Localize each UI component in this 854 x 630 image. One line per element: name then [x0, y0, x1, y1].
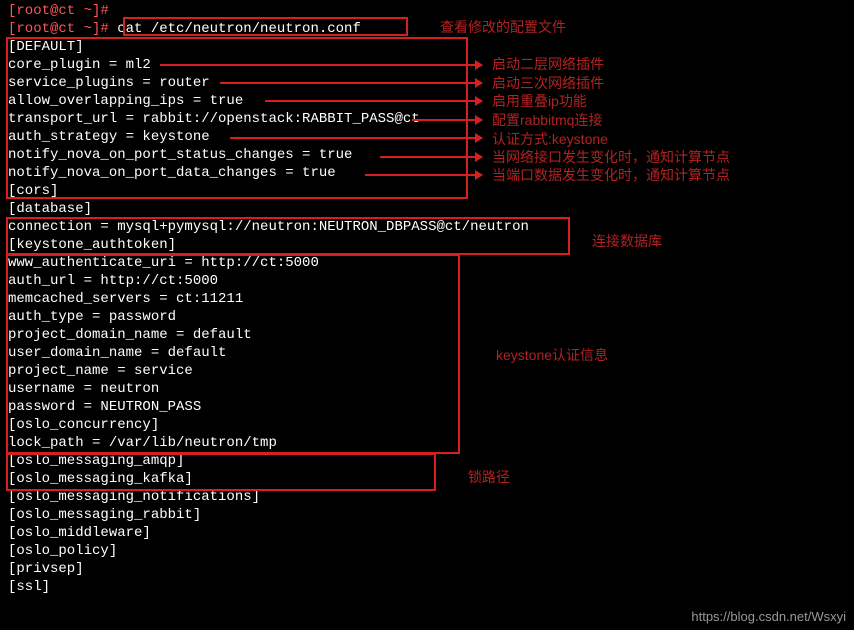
section-oslo-conc: [oslo_concurrency] [8, 416, 846, 434]
prompt: [root@ct ~]# [8, 21, 117, 37]
section-rabbit: [oslo_messaging_rabbit] [8, 506, 846, 524]
section-default: [DEFAULT] [8, 38, 846, 56]
arrow [160, 64, 482, 66]
arrow [230, 137, 482, 139]
ann-l2: 启动二层网络插件 [492, 55, 604, 73]
section-privsep: [privsep] [8, 560, 846, 578]
section-cors: [cors] [8, 182, 846, 200]
command: cat /etc/neutron/neutron.conf [117, 21, 361, 37]
section-keystone: [keystone_authtoken] [8, 236, 846, 254]
section-ssl: [ssl] [8, 578, 846, 596]
ann-db: 连接数据库 [592, 232, 662, 250]
cfg-lock-path: lock_path = /var/lib/neutron/tmp [8, 434, 846, 452]
arrow [265, 100, 482, 102]
cfg-proj-domain: project_domain_name = default [8, 326, 846, 344]
cfg-auth-url: auth_url = http://ct:5000 [8, 272, 846, 290]
cfg-db-conn: connection = mysql+pymysql://neutron:NEU… [8, 218, 846, 236]
cfg-proj-name: project_name = service [8, 362, 846, 380]
cfg-password: password = NEUTRON_PASS [8, 398, 846, 416]
arrow [365, 174, 482, 176]
ann-port-data: 当端口数据发生变化时，通知计算节点 [492, 166, 730, 184]
cfg-auth-type: auth_type = password [8, 308, 846, 326]
section-policy: [oslo_policy] [8, 542, 846, 560]
cfg-user-domain: user_domain_name = default [8, 344, 846, 362]
ann-rabbit: 配置rabbitmq连接 [492, 111, 602, 129]
cfg-username: username = neutron [8, 380, 846, 398]
ann-view-conf: 查看修改的配置文件 [440, 18, 566, 36]
section-database: [database] [8, 200, 846, 218]
arrow [380, 156, 482, 158]
watermark: https://blog.csdn.net/Wsxyi [691, 608, 846, 626]
ann-ks-info: keystone认证信息 [496, 346, 608, 364]
section-amqp: [oslo_messaging_amqp] [8, 452, 846, 470]
section-notif: [oslo_messaging_notifications] [8, 488, 846, 506]
ann-lock: 锁路径 [468, 468, 510, 486]
ann-port-status: 当网络接口发生变化时，通知计算节点 [492, 148, 730, 166]
cfg-www-auth: www_authenticate_uri = http://ct:5000 [8, 254, 846, 272]
ann-overlap: 启用重叠ip功能 [492, 92, 587, 110]
terminal: [root@ct ~]# [root@ct ~]# cat /etc/neutr… [0, 0, 854, 598]
section-middleware: [oslo_middleware] [8, 524, 846, 542]
arrow [412, 119, 482, 121]
ann-l3: 启动三次网络插件 [492, 74, 604, 92]
prompt: [root@ct ~]# [8, 3, 109, 19]
arrow [220, 82, 482, 84]
section-kafka: [oslo_messaging_kafka] [8, 470, 846, 488]
ann-keystone: 认证方式:keystone [492, 130, 608, 148]
cfg-memcached: memcached_servers = ct:11211 [8, 290, 846, 308]
